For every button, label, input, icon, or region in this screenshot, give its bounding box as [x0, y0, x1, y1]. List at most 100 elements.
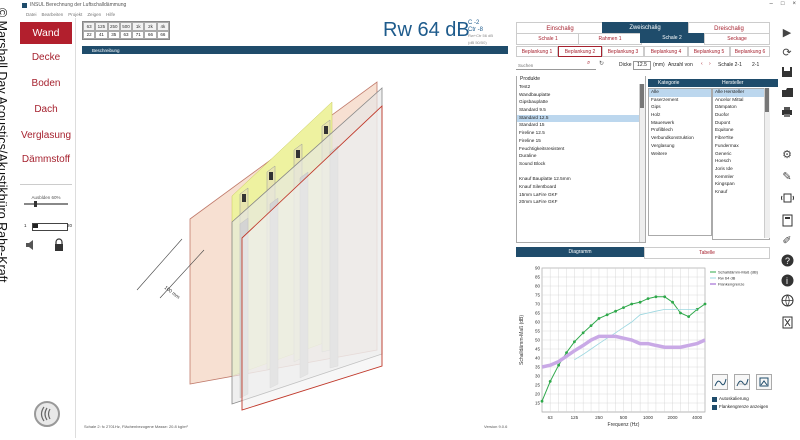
product-item[interactable]: Standard 12.5: [517, 114, 645, 123]
minimize-icon[interactable]: –: [770, 1, 773, 7]
tab-schale-2[interactable]: Schale 2: [640, 33, 704, 43]
kategorie-item[interactable]: Profilblech: [649, 127, 711, 135]
hersteller-item[interactable]: Hoesch: [713, 158, 769, 166]
hersteller-item[interactable]: Equitone: [713, 127, 769, 135]
layer-tab[interactable]: Beplankung 1: [516, 46, 558, 57]
hersteller-item[interactable]: Ancelor Mittal: [713, 97, 769, 105]
info-icon[interactable]: i: [779, 272, 795, 288]
tab-rahmen-1[interactable]: Rahmen 1: [578, 33, 642, 45]
hersteller-item[interactable]: Dupont: [713, 120, 769, 128]
product-item[interactable]: 20mm LaFire GKF: [517, 199, 645, 207]
menu-bearbeiten[interactable]: Bearbeiten: [42, 12, 64, 17]
product-item[interactable]: Gipsbauplatte: [517, 99, 645, 107]
layer-slider[interactable]: [32, 223, 68, 231]
kategorie-item[interactable]: Gips: [649, 104, 711, 112]
sync-icon[interactable]: ⟳: [779, 44, 795, 60]
product-item[interactable]: Test2: [517, 84, 645, 92]
menu-projekt[interactable]: Projekt: [68, 12, 82, 17]
products-list[interactable]: Produkte Test2 Wandbauplatte Gipsbauplatte…: [516, 76, 646, 243]
fade-slider[interactable]: [24, 201, 68, 207]
hersteller-scrollbar[interactable]: [764, 88, 770, 238]
layer-tab[interactable]: Beplankung 6: [730, 46, 770, 57]
kategorie-item[interactable]: Alle: [649, 89, 711, 97]
product-item[interactable]: Fireline 15: [517, 138, 645, 146]
globe-icon[interactable]: [779, 292, 795, 308]
products-scroll-thumb[interactable]: [640, 84, 644, 108]
chart-type-icon[interactable]: [712, 374, 728, 390]
hersteller-item[interactable]: FibreTite: [713, 135, 769, 143]
next-icon[interactable]: ›: [709, 61, 711, 67]
layer-tab[interactable]: Beplankung 5: [688, 46, 730, 57]
fade-slider-knob[interactable]: [34, 201, 37, 207]
product-item[interactable]: Standard 15: [517, 122, 645, 130]
products-scrollbar[interactable]: [639, 84, 645, 242]
tab-tabelle[interactable]: Tabelle: [644, 247, 770, 259]
chart-type-icon[interactable]: [734, 374, 750, 390]
hersteller-item[interactable]: Kemmler: [713, 174, 769, 182]
product-item[interactable]: Sound Block: [517, 161, 645, 169]
product-item[interactable]: 15mm LaFire GKF: [517, 192, 645, 200]
hersteller-item[interactable]: Dämpaton: [713, 104, 769, 112]
close-icon[interactable]: ×: [792, 1, 796, 7]
print-icon[interactable]: [779, 104, 795, 120]
nav-daemmstoff[interactable]: Dämmstoff: [20, 152, 72, 166]
exit-icon[interactable]: [779, 314, 795, 330]
calculator-icon[interactable]: [779, 212, 795, 228]
notes-icon[interactable]: ✐: [779, 232, 795, 248]
hersteller-scroll-thumb[interactable]: [765, 88, 769, 112]
dicke-field[interactable]: 12.5: [633, 61, 651, 70]
kategorie-item[interactable]: Faserzement: [649, 97, 711, 105]
flank-checkbox[interactable]: [712, 405, 717, 410]
hersteller-item[interactable]: Knauf: [713, 189, 769, 197]
edit-icon[interactable]: ✎: [779, 168, 795, 184]
nav-dach[interactable]: Dach: [20, 102, 72, 116]
prev-icon[interactable]: ‹: [701, 61, 703, 67]
nav-decke[interactable]: Decke: [20, 50, 72, 64]
nav-wand[interactable]: Wand: [20, 22, 72, 44]
nav-boden[interactable]: Boden: [20, 76, 72, 90]
nav-verglasung[interactable]: Verglasung: [20, 128, 72, 142]
sound-icon[interactable]: [779, 190, 795, 206]
play-icon[interactable]: ▶: [779, 24, 795, 40]
hersteller-item[interactable]: Duofor: [713, 112, 769, 120]
product-item[interactable]: Feuchtigkeitsresistent: [517, 146, 645, 154]
kategorie-item[interactable]: Weitere: [649, 151, 711, 159]
description-bar[interactable]: Beschreibung: [82, 46, 508, 54]
tab-schale-1[interactable]: Schale 1: [516, 33, 580, 45]
hersteller-item[interactable]: Kingspan: [713, 181, 769, 189]
lock-icon[interactable]: [52, 238, 66, 252]
product-item[interactable]: Standard 9.5: [517, 107, 645, 115]
menu-hilfe[interactable]: Hilfe: [106, 12, 115, 17]
hersteller-item[interactable]: Joris Ide: [713, 166, 769, 174]
search-icon[interactable]: ⌕: [587, 60, 590, 67]
product-item[interactable]: [517, 169, 645, 177]
search-input[interactable]: [516, 61, 596, 70]
kategorie-item[interactable]: Holz: [649, 112, 711, 120]
layer-tab[interactable]: Beplankung 3: [602, 46, 644, 57]
kategorie-list[interactable]: Alle Faserzement Gips Holz Mauerwerk Profilbl…: [648, 88, 712, 236]
tab-diagramm[interactable]: Diagramm: [516, 247, 644, 257]
layer-tab-selected[interactable]: Beplankung 2: [558, 46, 602, 57]
save-icon[interactable]: [779, 64, 795, 80]
product-item[interactable]: Duraline: [517, 153, 645, 161]
kategorie-item[interactable]: Verglasung: [649, 143, 711, 151]
hersteller-item[interactable]: Fundermax: [713, 143, 769, 151]
kategorie-item[interactable]: Mauerwerk: [649, 120, 711, 128]
product-item[interactable]: Knauf Silentboard: [517, 184, 645, 192]
hersteller-list[interactable]: Alle Hersteller Ancelor Mittal Dämpaton Duo…: [712, 88, 770, 240]
folder-icon[interactable]: [779, 84, 795, 100]
help-icon[interactable]: ?: [779, 252, 795, 268]
speaker-icon[interactable]: [24, 238, 38, 252]
autoscale-checkbox[interactable]: [712, 397, 717, 402]
product-item[interactable]: Wandbauplatte: [517, 92, 645, 100]
menu-datei[interactable]: Datei: [26, 12, 37, 17]
chart-export-icon[interactable]: [756, 374, 772, 390]
menu-zeigen[interactable]: Zeigen: [87, 12, 101, 17]
wall-3d-view[interactable]: 100 mm: [82, 54, 508, 430]
maximize-icon[interactable]: □: [781, 1, 785, 7]
layer-tab[interactable]: Beplankung 4: [644, 46, 688, 57]
refresh-icon[interactable]: ↻: [599, 60, 604, 67]
tab-zweischalig[interactable]: Zweischalig: [602, 22, 688, 33]
hersteller-item[interactable]: Generic: [713, 151, 769, 159]
product-item[interactable]: Knauf Bauplatte 12.5mm: [517, 176, 645, 184]
